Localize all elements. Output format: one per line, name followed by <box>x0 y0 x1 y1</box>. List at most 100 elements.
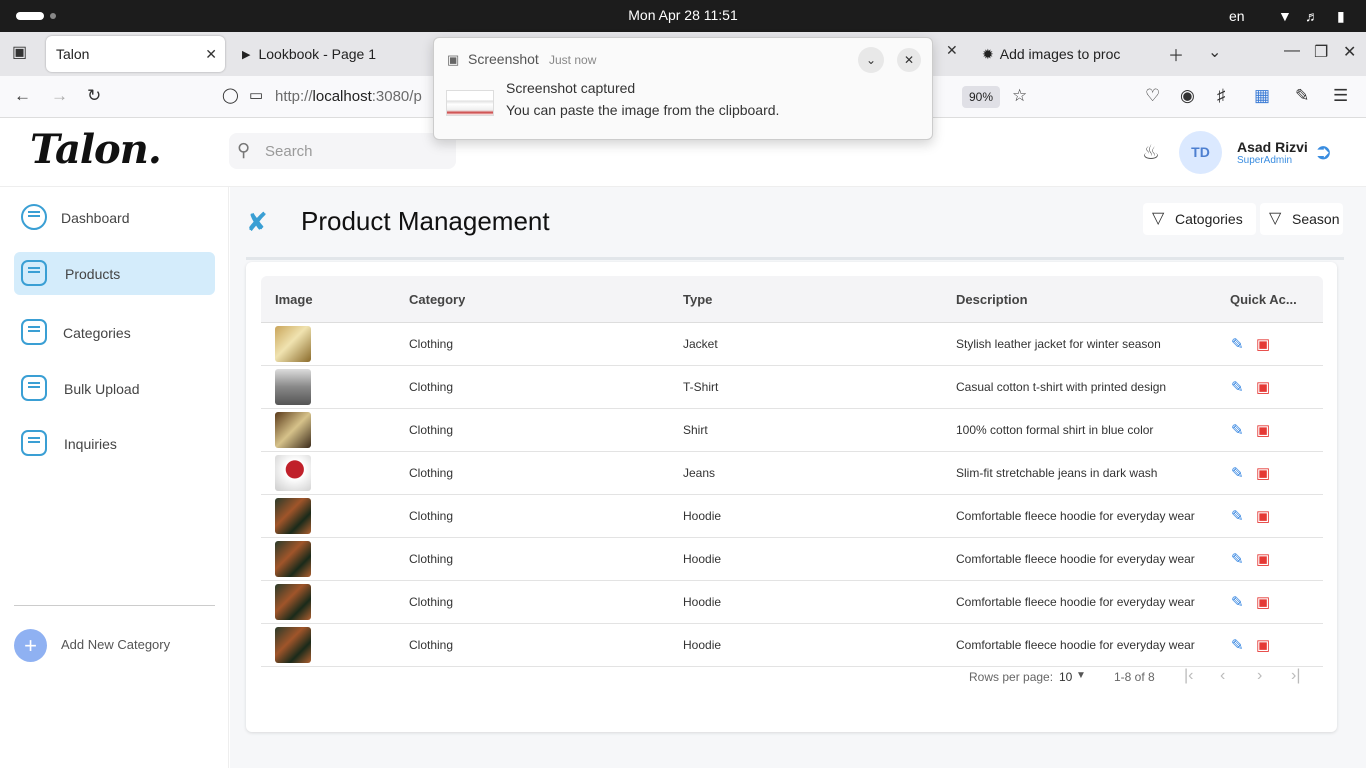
sidebar-item-inquiries[interactable]: Inquiries <box>14 422 215 465</box>
logout-icon[interactable]: ➲ <box>1314 139 1332 165</box>
tab-list-chevron-icon[interactable]: ⌄ <box>1208 42 1221 62</box>
wifi-icon[interactable]: ▼ <box>1278 8 1292 24</box>
search-icon: ⚲ <box>237 140 251 160</box>
table-row[interactable]: Clothing Jacket Stylish leather jacket for… <box>261 323 1323 366</box>
tab-talon[interactable]: Talon ✕ <box>46 36 225 72</box>
cell-category: Clothing <box>409 595 454 609</box>
edit-icon[interactable]: ✎ <box>1231 378 1244 396</box>
table-row[interactable]: Clothing T-Shirt Casual cotton t-shirt wit… <box>261 366 1323 409</box>
edit-icon[interactable]: ✎ <box>1231 507 1244 525</box>
back-icon[interactable]: ← <box>14 86 31 106</box>
table-row[interactable]: Clothing Shirt 100% cotton formal shirt in… <box>261 409 1323 452</box>
add-category-plus-icon[interactable]: + <box>14 629 47 662</box>
column-header-category[interactable]: Category <box>409 292 465 307</box>
maximize-icon[interactable]: ❐ <box>1314 42 1328 62</box>
shield-icon[interactable]: ◯ <box>222 86 239 104</box>
forward-icon[interactable]: → <box>51 86 68 106</box>
cell-type: Shirt <box>683 423 708 437</box>
product-image[interactable] <box>275 541 311 577</box>
close-notification-icon[interactable]: ✕ <box>897 48 921 72</box>
column-header-quick-actions[interactable]: Quick Ac... <box>1230 292 1310 307</box>
account-icon[interactable]: ◉ <box>1180 86 1195 106</box>
delete-icon[interactable]: ▣ <box>1256 636 1270 654</box>
categories-filter-button[interactable]: ▽ Catogories <box>1143 203 1256 235</box>
column-header-image[interactable]: Image <box>275 292 313 307</box>
table-row[interactable]: Clothing Hoodie Comfortable fleece hoodie … <box>261 624 1323 667</box>
delete-icon[interactable]: ▣ <box>1256 593 1270 611</box>
extension-fi-icon[interactable]: ▦ <box>1254 86 1270 106</box>
delete-icon[interactable]: ▣ <box>1256 507 1270 525</box>
tab-overview-icon[interactable]: ▣ <box>12 42 27 62</box>
categories-icon <box>21 319 47 345</box>
close-tab-icon[interactable]: ✕ <box>946 42 958 59</box>
extensions-icon[interactable]: ♯ <box>1217 86 1226 106</box>
product-image[interactable] <box>275 584 311 620</box>
volume-icon[interactable]: ♬ <box>1305 8 1319 24</box>
delete-icon[interactable]: ▣ <box>1256 550 1270 568</box>
tab-lookbook[interactable]: ▶ Lookbook - Page 1 <box>232 36 432 72</box>
url-path: :3080/p <box>371 88 422 105</box>
rows-per-page-select[interactable]: 10 <box>1059 670 1072 684</box>
last-page-icon[interactable]: ›| <box>1291 667 1300 685</box>
reload-icon[interactable]: ↻ <box>87 86 101 106</box>
dropdown-arrow-icon[interactable]: ▼ <box>1076 670 1086 681</box>
table-row[interactable]: Clothing Hoodie Comfortable fleece hoodie … <box>261 495 1323 538</box>
product-image[interactable] <box>275 369 311 405</box>
expand-chevron-icon[interactable]: ⌄ <box>858 47 884 73</box>
bookmark-star-icon[interactable]: ☆ <box>1012 86 1027 106</box>
product-image[interactable] <box>275 455 311 491</box>
edit-icon[interactable]: ✎ <box>1231 636 1244 654</box>
new-tab-icon[interactable]: ＋ <box>1168 42 1184 66</box>
delete-icon[interactable]: ▣ <box>1256 335 1270 353</box>
delete-icon[interactable]: ▣ <box>1256 421 1270 439</box>
product-image[interactable] <box>275 627 311 663</box>
sidebar-item-products[interactable]: Products <box>14 252 215 295</box>
edit-icon[interactable]: ✎ <box>1231 464 1244 482</box>
next-page-icon[interactable]: › <box>1257 667 1262 685</box>
first-page-icon[interactable]: |‹ <box>1184 667 1193 685</box>
close-tab-icon[interactable]: ✕ <box>205 46 217 63</box>
screenshot-notification[interactable]: ▣ Screenshot Just now Screenshot capture… <box>433 37 933 140</box>
os-clock[interactable]: Mon Apr 28 11:51 <box>0 7 1366 23</box>
sidebar: Dashboard Products Categories Bulk Uploa… <box>0 187 229 768</box>
url-bar[interactable]: http://localhost:3080/p <box>275 88 422 105</box>
menu-icon[interactable]: ☰ <box>1333 86 1348 106</box>
table-row[interactable]: Clothing Hoodie Comfortable fleece hoodie … <box>261 538 1323 581</box>
user-name: Asad Rizvi <box>1237 139 1308 155</box>
table-row[interactable]: Clothing Hoodie Comfortable fleece hoodie … <box>261 581 1323 624</box>
sidebar-item-bulk-upload[interactable]: Bulk Upload <box>14 367 215 410</box>
keyboard-language[interactable]: en <box>1229 8 1245 24</box>
search-input[interactable]: ⚲ Search <box>229 133 456 169</box>
cell-category: Clothing <box>409 466 454 480</box>
sidebar-item-dashboard[interactable]: Dashboard <box>14 196 215 239</box>
edit-icon[interactable]: ✎ <box>1231 550 1244 568</box>
talon-logo[interactable]: Talon. <box>30 126 162 173</box>
edit-icon[interactable]: ✎ <box>1231 335 1244 353</box>
column-header-description[interactable]: Description <box>956 292 1028 307</box>
pocket-icon[interactable]: ♡ <box>1145 86 1160 106</box>
table-row[interactable]: Clothing Jeans Slim-fit stretchable jeans … <box>261 452 1323 495</box>
battery-icon[interactable]: ▮ <box>1337 8 1345 25</box>
avatar[interactable]: TD <box>1179 131 1222 174</box>
delete-icon[interactable]: ▣ <box>1256 378 1270 396</box>
tab-add-images[interactable]: ✹ Add images to proc <box>972 36 1157 72</box>
eyedropper-icon[interactable]: ✎ <box>1295 86 1309 106</box>
rows-per-page-label: Rows per page: <box>969 670 1054 684</box>
add-new-category-button[interactable]: Add New Category <box>61 637 170 652</box>
sidebar-item-categories[interactable]: Categories <box>14 311 215 354</box>
season-filter-button[interactable]: ▽ Season <box>1260 203 1343 235</box>
delete-icon[interactable]: ▣ <box>1256 464 1270 482</box>
edit-icon[interactable]: ✎ <box>1231 593 1244 611</box>
product-image[interactable] <box>275 498 311 534</box>
cell-description: Comfortable fleece hoodie for everyday w… <box>956 509 1195 523</box>
edit-icon[interactable]: ✎ <box>1231 421 1244 439</box>
previous-page-icon[interactable]: ‹ <box>1220 667 1225 685</box>
column-header-type[interactable]: Type <box>683 292 712 307</box>
sidebar-item-label: Products <box>65 266 121 282</box>
product-image[interactable] <box>275 412 311 448</box>
notification-bell-icon[interactable]: ♨ <box>1142 140 1160 165</box>
close-window-icon[interactable]: ✕ <box>1343 42 1356 62</box>
product-image[interactable] <box>275 326 311 362</box>
minimize-icon[interactable]: — <box>1284 42 1300 60</box>
zoom-level[interactable]: 90% <box>962 86 1000 108</box>
